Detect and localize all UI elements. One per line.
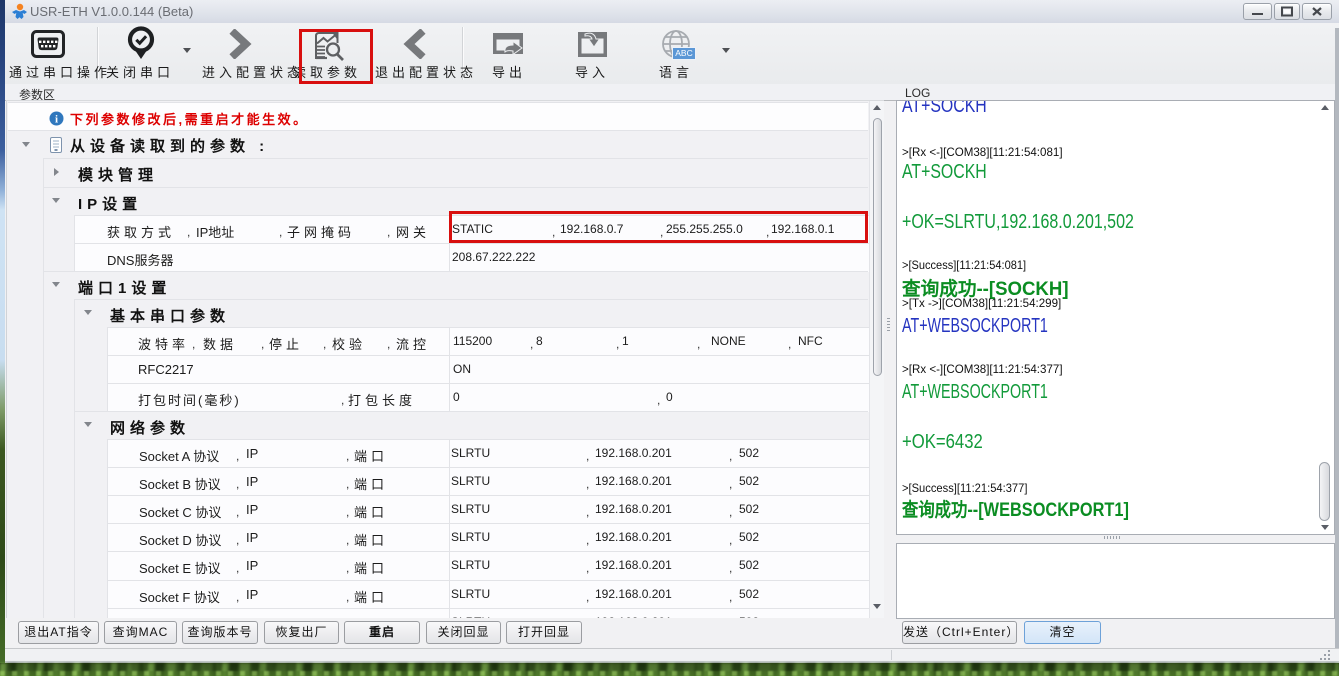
svg-text:i: i [55,113,58,125]
